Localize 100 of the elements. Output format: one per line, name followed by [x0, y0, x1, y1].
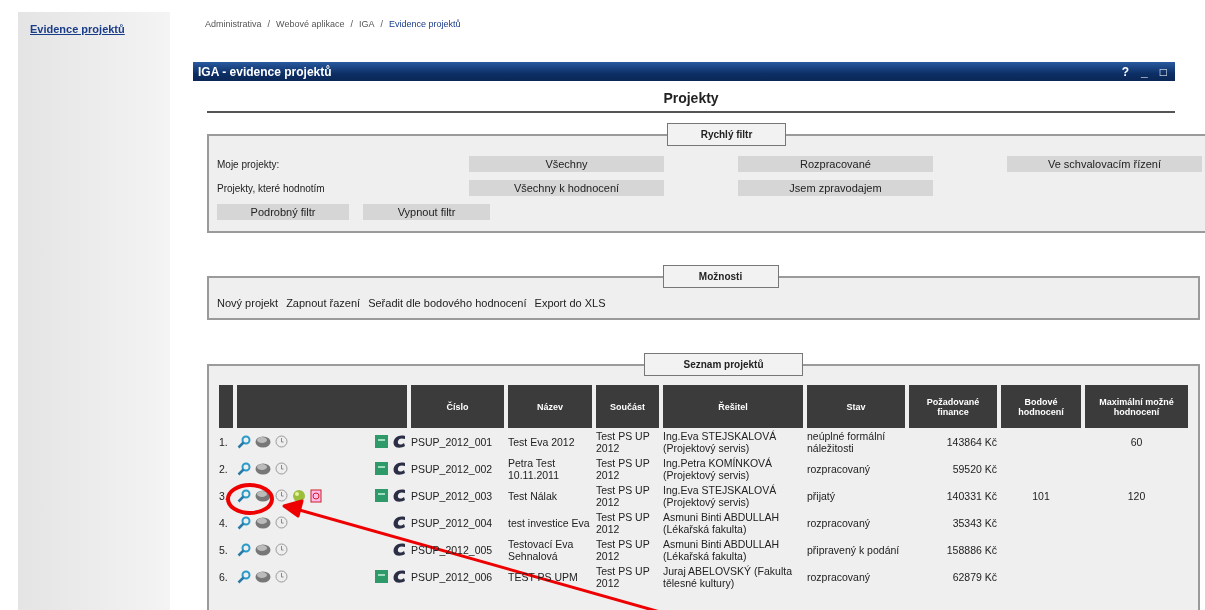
filter-button[interactable]: Podrobný filtr — [217, 204, 349, 220]
breadcrumb-link[interactable]: Administrativa — [205, 19, 262, 33]
option-link[interactable]: Seřadit dle bodového hodnocení — [368, 297, 527, 309]
column-header[interactable]: Stav — [807, 385, 905, 428]
swirl-icon[interactable] — [392, 434, 407, 449]
table-cell: 101 — [1032, 489, 1050, 502]
magnifier-icon[interactable] — [237, 461, 251, 476]
table-cell: Test PS UP 2012 — [596, 537, 650, 562]
swirl-icon[interactable] — [392, 488, 407, 503]
section-legend: Rychlý filtr — [667, 123, 786, 146]
row-number: 6. — [219, 569, 229, 585]
book-icon[interactable] — [375, 570, 388, 583]
table-cell: 59520 Kč — [952, 462, 997, 475]
sidebar-link[interactable]: Evidence projektů — [30, 23, 125, 35]
table-cell: Ing.Eva STEJSKALOVÁ (Projektový servis) — [663, 483, 777, 508]
swirl-icon[interactable] — [392, 569, 407, 584]
table-cell: Test PS UP 2012 — [596, 564, 650, 589]
magnifier-icon[interactable] — [237, 542, 251, 557]
maximize-button[interactable]: □ — [1159, 64, 1167, 79]
table-cell: PSUP_2012_001 — [411, 435, 493, 448]
swirl-icon[interactable] — [392, 515, 407, 530]
table-cell: 143864 Kč — [946, 435, 997, 448]
breadcrumb-separator: / — [267, 19, 271, 31]
book-icon[interactable] — [375, 462, 388, 475]
column-header[interactable]: Maximální možné hodnocení — [1085, 385, 1188, 428]
table-cell: Test PS UP 2012 — [596, 429, 650, 454]
table-cell: PSUP_2012_006 — [411, 570, 493, 583]
option-link[interactable]: Nový projekt — [217, 297, 279, 309]
row-number: 4. — [219, 515, 229, 531]
filter-button[interactable]: Jsem zpravodajem — [738, 180, 933, 196]
ball-icon[interactable] — [292, 488, 306, 503]
breadcrumb-link[interactable]: Evidence projektů — [388, 19, 461, 33]
circle-icon[interactable] — [275, 543, 288, 556]
document-icon[interactable] — [310, 488, 322, 503]
circle-icon[interactable] — [275, 462, 288, 475]
disk-icon[interactable] — [255, 489, 271, 502]
disk-icon[interactable] — [255, 570, 271, 583]
disk-icon[interactable] — [255, 462, 271, 475]
table-cell: rozpracovaný — [807, 570, 871, 583]
column-header[interactable]: Řešitel — [663, 385, 803, 428]
magnifier-icon[interactable] — [237, 569, 251, 584]
disk-icon[interactable] — [255, 516, 271, 529]
table-cell: Ing.Eva STEJSKALOVÁ (Projektový servis) — [663, 429, 777, 454]
minimize-button[interactable]: _ — [1141, 64, 1148, 79]
filter-button[interactable]: Ve schvalovacím řízení — [1007, 156, 1202, 172]
magnifier-icon[interactable] — [237, 515, 251, 530]
magnifier-icon[interactable] — [237, 434, 251, 449]
filter-button[interactable]: Rozpracované — [738, 156, 933, 172]
swirl-icon[interactable] — [392, 461, 407, 476]
breadcrumb-link[interactable]: IGA — [358, 19, 375, 33]
breadcrumb-link[interactable]: Webové aplikace — [276, 19, 345, 33]
row-number: 2. — [219, 461, 229, 477]
book-icon[interactable] — [375, 435, 388, 448]
header-cell — [219, 385, 233, 428]
table-cell: připravený k podání — [807, 543, 900, 556]
filter-label: Projekty, které hodnotím — [217, 182, 326, 194]
table-cell: Test PS UP 2012 — [596, 510, 650, 535]
help-button[interactable]: ? — [1121, 64, 1130, 79]
section-legend: Možnosti — [662, 265, 779, 288]
column-header[interactable]: Název — [508, 385, 592, 428]
filter-button[interactable]: Vypnout filtr — [363, 204, 490, 220]
table-cell: Test Eva 2012 — [508, 435, 575, 448]
filter-label: Moje projekty: — [217, 158, 281, 170]
column-header[interactable]: Součást — [596, 385, 659, 428]
table-cell: PSUP_2012_003 — [411, 489, 493, 502]
table-cell: 120 — [1127, 489, 1146, 502]
column-header[interactable]: Číslo — [411, 385, 504, 428]
table-cell: Ing.Petra KOMÍNKOVÁ (Projektový servis) — [663, 456, 773, 481]
table-cell: Juraj ABELOVSKÝ (Fakulta tělesné kultury) — [663, 564, 792, 589]
table-cell: 140331 Kč — [946, 489, 997, 502]
table-cell: test investice Eva — [508, 516, 590, 529]
table-cell: PSUP_2012_002 — [411, 462, 493, 475]
table-cell: Test PS UP 2012 — [596, 483, 650, 508]
row-number: 5. — [219, 542, 229, 558]
circle-icon[interactable] — [275, 570, 288, 583]
table-cell: 158886 Kč — [946, 543, 997, 556]
breadcrumb-separator: / — [350, 19, 353, 31]
option-link[interactable]: Export do XLS — [534, 297, 606, 309]
swirl-icon[interactable] — [392, 542, 407, 557]
filter-button[interactable]: Všechny k hodnocení — [469, 180, 664, 196]
table-cell: přijatý — [807, 489, 835, 502]
filter-button[interactable]: Všechny — [469, 156, 664, 172]
table-cell: 62879 Kč — [952, 570, 997, 583]
option-link[interactable]: Zapnout řazení — [286, 297, 361, 309]
disk-icon[interactable] — [255, 435, 271, 448]
table-cell: rozpracovaný — [807, 462, 871, 475]
table-cell: 60 — [1130, 435, 1143, 448]
magnifier-icon[interactable] — [237, 488, 251, 503]
circle-icon[interactable] — [275, 489, 288, 502]
table-cell: neúplné formální náležitosti — [807, 429, 886, 454]
table-cell: rozpracovaný — [807, 516, 871, 529]
column-header[interactable]: Bodové hodnocení — [1001, 385, 1081, 428]
disk-icon[interactable] — [255, 543, 271, 556]
book-icon[interactable] — [375, 489, 388, 502]
page-heading: Projekty — [207, 81, 1175, 113]
circle-icon[interactable] — [275, 516, 288, 529]
table-cell: Test PS UP 2012 — [596, 456, 650, 481]
table-cell: Test Nálak — [508, 489, 558, 502]
circle-icon[interactable] — [275, 435, 288, 448]
column-header[interactable]: Požadované finance — [909, 385, 997, 428]
